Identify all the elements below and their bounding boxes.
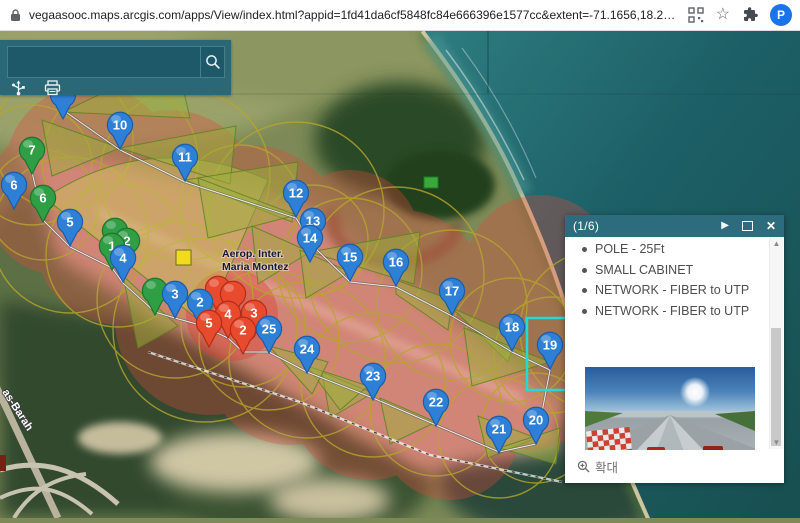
svg-text:15: 15	[343, 250, 357, 265]
print-button[interactable]	[42, 80, 62, 96]
svg-text:17: 17	[445, 284, 459, 299]
green-rectangle-marker[interactable]	[423, 176, 439, 189]
svg-text:2: 2	[239, 323, 246, 338]
svg-text:6: 6	[39, 191, 46, 206]
search-box	[7, 46, 225, 78]
attachment-photo[interactable]	[585, 367, 755, 450]
next-feature-icon[interactable]: ▶	[721, 221, 729, 231]
popup-scrollbar[interactable]: ▲ ▼	[769, 238, 783, 449]
search-input[interactable]	[8, 47, 200, 77]
search-button[interactable]	[200, 47, 224, 77]
share-icon	[11, 80, 25, 96]
svg-text:24: 24	[300, 342, 315, 357]
profile-avatar[interactable]: P	[770, 4, 792, 26]
yellow-square-marker[interactable]	[175, 249, 192, 266]
svg-text:20: 20	[529, 413, 543, 428]
svg-text:23: 23	[366, 369, 380, 384]
svg-text:11: 11	[178, 150, 192, 165]
svg-text:22: 22	[429, 395, 443, 410]
list-item: SMALL CABINET	[582, 263, 770, 277]
svg-text:12: 12	[289, 186, 303, 201]
list-item: NETWORK - FIBER to UTP	[582, 304, 770, 318]
popup-content: POLE - 25Ft SMALL CABINET NETWORK - FIBE…	[565, 237, 770, 450]
popup-footer: 확대	[565, 450, 784, 483]
svg-text:18: 18	[505, 320, 519, 335]
pano-checker-flag	[585, 426, 633, 450]
zoom-in-icon	[577, 460, 590, 473]
svg-text:10: 10	[113, 118, 127, 133]
extension-puzzle-icon[interactable]	[742, 7, 758, 23]
scrollbar-thumb[interactable]	[771, 328, 781, 446]
browser-address-bar[interactable]: vegaasooc.maps.arcgis.com/apps/View/inde…	[0, 0, 800, 31]
list-item: POLE - 25Ft	[582, 242, 770, 256]
zoom-to-link[interactable]: 확대	[577, 457, 618, 476]
close-icon[interactable]: ✕	[766, 220, 776, 232]
zoom-label: 확대	[595, 461, 619, 475]
bookmark-star-icon[interactable]: ☆	[716, 7, 730, 23]
share-button[interactable]	[8, 80, 28, 96]
feature-popup: (1/6) ▶ ✕ POLE - 25Ft SMALL CABINET NETW…	[565, 215, 784, 483]
svg-text:3: 3	[171, 287, 178, 302]
attribute-list: POLE - 25Ft SMALL CABINET NETWORK - FIBE…	[565, 242, 770, 318]
svg-text:2: 2	[196, 295, 203, 310]
map-toolbar-panel	[0, 40, 231, 96]
svg-text:25: 25	[262, 322, 276, 337]
maximize-icon[interactable]	[741, 221, 753, 231]
qr-grid-icon[interactable]	[687, 7, 704, 23]
svg-text:3: 3	[250, 306, 257, 321]
search-icon	[205, 55, 220, 69]
scroll-up-icon[interactable]: ▲	[770, 238, 783, 250]
svg-text:21: 21	[492, 422, 506, 437]
scroll-down-icon[interactable]: ▼	[770, 437, 783, 449]
svg-text:19: 19	[543, 338, 557, 353]
lock-icon	[11, 8, 20, 21]
url-text[interactable]: vegaasooc.maps.arcgis.com/apps/View/inde…	[29, 8, 679, 22]
svg-text:4: 4	[224, 307, 232, 322]
list-item: NETWORK - FIBER to UTP	[582, 284, 770, 297]
airport-label-line2: Maria Montez	[222, 261, 289, 273]
svg-text:16: 16	[389, 255, 403, 270]
svg-text:5: 5	[205, 316, 212, 331]
popup-header: (1/6) ▶ ✕	[565, 215, 784, 237]
svg-text:6: 6	[10, 178, 17, 193]
svg-text:4: 4	[119, 251, 127, 266]
print-icon	[44, 80, 60, 96]
svg-text:14: 14	[303, 231, 318, 246]
airport-label-line1: Aerop. Inter.	[222, 248, 283, 260]
popup-pager: (1/6)	[573, 219, 600, 233]
svg-text:5: 5	[66, 215, 73, 230]
svg-text:7: 7	[28, 143, 35, 158]
